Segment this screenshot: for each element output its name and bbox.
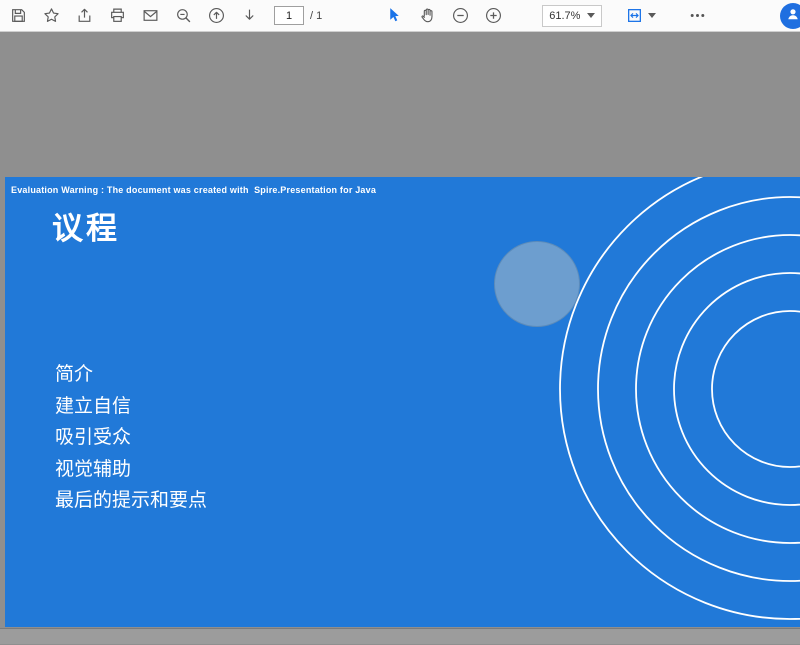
page-display-dropdown[interactable] (624, 4, 656, 28)
accent-circle-shape (494, 241, 580, 327)
star-icon (43, 7, 60, 24)
previous-view-button[interactable] (206, 4, 226, 28)
zoom-in-icon (485, 7, 502, 24)
page-navigation: / 1 (274, 6, 322, 25)
page-fit-icon (626, 7, 643, 24)
select-tool-button[interactable] (384, 4, 404, 28)
evaluation-warning-text: Evaluation Warning : The document was cr… (11, 185, 376, 195)
share-button[interactable] (74, 4, 94, 28)
email-button[interactable] (140, 4, 160, 28)
page-number-input[interactable] (274, 6, 304, 25)
marquee-zoom-icon (175, 7, 192, 24)
print-icon (109, 7, 126, 24)
agenda-item: 视觉辅助 (55, 454, 207, 486)
select-tool-icon (386, 7, 403, 24)
agenda-list: 简介 建立自信 吸引受众 视觉辅助 最后的提示和要点 (55, 359, 207, 517)
share-icon (76, 7, 93, 24)
more-options-button[interactable] (686, 4, 708, 28)
account-button[interactable] (780, 3, 800, 29)
zoom-level-dropdown[interactable]: 61.7% (542, 5, 602, 27)
print-button[interactable] (107, 4, 127, 28)
document-canvas: Evaluation Warning : The document was cr… (0, 32, 800, 644)
zoom-out-icon (452, 7, 469, 24)
chevron-down-icon (648, 13, 656, 18)
page-down-icon (241, 7, 258, 24)
next-page-button[interactable] (239, 4, 259, 28)
chevron-down-icon (587, 13, 595, 18)
favorite-button[interactable] (41, 4, 61, 28)
zoom-out-button[interactable] (450, 4, 470, 28)
page-total-label: / 1 (310, 10, 322, 22)
agenda-item: 吸引受众 (55, 422, 207, 454)
slide-title: 议程 (52, 203, 120, 248)
file-actions-group (8, 4, 272, 28)
agenda-item: 简介 (55, 359, 207, 391)
zoom-level-value: 61.7% (549, 10, 580, 22)
save-button[interactable] (8, 4, 28, 28)
zoom-in-button[interactable] (483, 4, 503, 28)
agenda-item: 最后的提示和要点 (55, 485, 207, 517)
hand-tool-button[interactable] (417, 4, 437, 28)
bottom-gutter (0, 628, 800, 644)
page-fit-button[interactable] (624, 4, 644, 28)
hand-tool-icon (419, 7, 436, 24)
pdf-page: Evaluation Warning : The document was cr… (5, 177, 800, 627)
agenda-item: 建立自信 (55, 391, 207, 423)
marquee-zoom-button[interactable] (173, 4, 193, 28)
tool-group (384, 4, 516, 28)
more-options-icon (689, 7, 706, 24)
page-up-icon (208, 7, 225, 24)
account-icon (785, 6, 800, 27)
mail-icon (142, 7, 159, 24)
save-icon (10, 7, 27, 24)
toolbar: / 1 61.7% (0, 0, 800, 32)
